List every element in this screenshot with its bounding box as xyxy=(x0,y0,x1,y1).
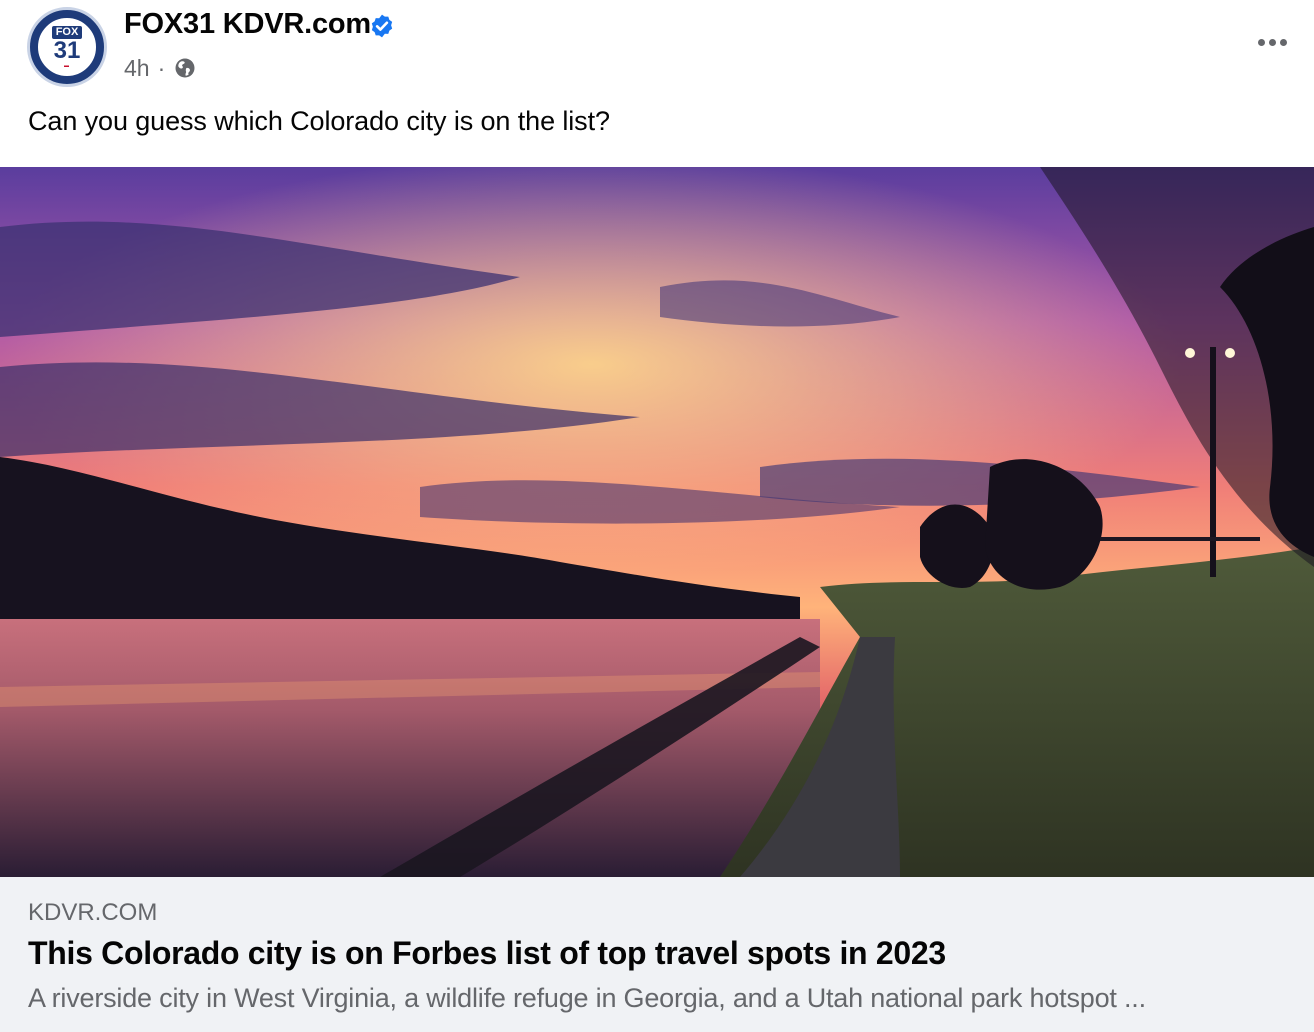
page-name-link[interactable]: FOX31 KDVR.com xyxy=(124,8,371,41)
link-domain: KDVR.COM xyxy=(28,899,158,926)
more-options-dot xyxy=(1279,38,1287,46)
post-meta: 4h · xyxy=(124,53,197,83)
logo-sub-mark: ▬ xyxy=(64,62,70,69)
link-preview-card[interactable]: KDVR.COM This Colorado city is on Forbes… xyxy=(0,877,1314,1032)
verified-badge-icon xyxy=(371,14,393,38)
logo-number-text: 31 xyxy=(53,36,81,64)
link-description: A riverside city in West Virginia, a wil… xyxy=(28,983,1146,1013)
link-title[interactable]: This Colorado city is on Forbes list of … xyxy=(28,935,946,972)
fox31-logo: FOX 31 ▬ xyxy=(35,15,99,79)
globe-icon[interactable] xyxy=(173,56,197,80)
post-caption: Can you guess which Colorado city is on … xyxy=(28,106,610,136)
meta-separator: · xyxy=(157,54,166,81)
facebook-post: FOX 31 ▬ FOX31 KDVR.com 4h · Can you gue… xyxy=(0,0,1314,1032)
link-preview-image[interactable] xyxy=(0,167,1314,877)
more-options-button[interactable] xyxy=(1252,22,1292,62)
page-avatar[interactable]: FOX 31 ▬ xyxy=(27,7,107,87)
post-timestamp[interactable]: 4h xyxy=(124,55,150,82)
more-options-dot xyxy=(1268,38,1276,46)
more-options-icon xyxy=(1257,38,1265,46)
